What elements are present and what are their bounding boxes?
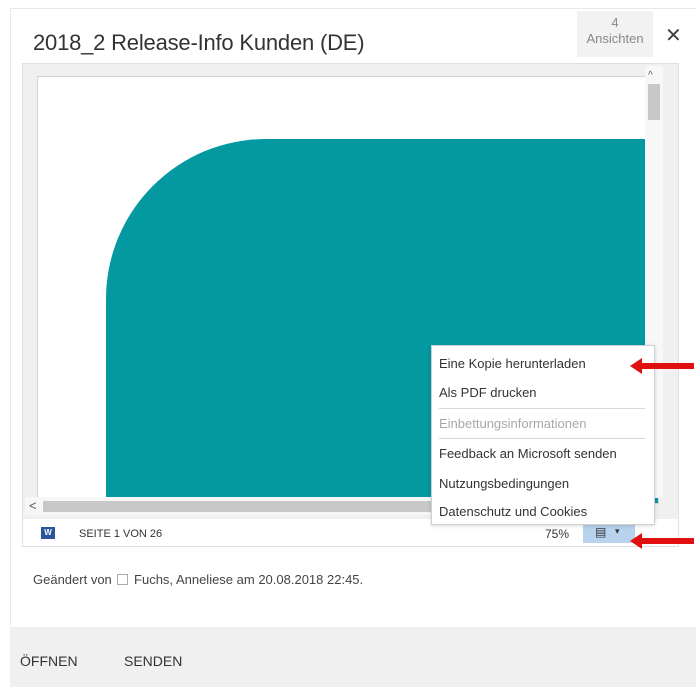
document-title: 2018_2 Release-Info Kunden (DE)	[33, 30, 365, 55]
close-icon[interactable]: ✕	[665, 23, 682, 48]
views-label: Ansichten	[586, 31, 644, 46]
document-menu-icon: ▤	[595, 525, 607, 539]
modified-info: Geändert von Fuchs, Anneliese am 20.08.2…	[33, 572, 363, 587]
menu-item-feedback[interactable]: Feedback an Microsoft senden	[439, 446, 617, 461]
scroll-left-icon[interactable]: <	[29, 498, 37, 513]
vertical-scroll-thumb[interactable]	[648, 84, 660, 120]
page-indicator: SEITE 1 VON 26	[79, 528, 163, 540]
viewer-menu-button[interactable]: ▤ ▾	[583, 522, 635, 543]
word-icon: W	[41, 527, 55, 539]
modified-prefix: Geändert von	[33, 572, 112, 587]
user-presence-icon	[117, 574, 129, 585]
menu-item-privacy[interactable]: Datenschutz und Cookies	[439, 504, 587, 519]
menu-separator	[439, 408, 645, 409]
chevron-down-icon: ▾	[615, 526, 620, 536]
dialog-footer: ÖFFNEN SENDEN	[10, 627, 696, 687]
menu-item-download-copy[interactable]: Eine Kopie herunterladen	[439, 356, 586, 371]
zoom-level[interactable]: 75%	[545, 527, 569, 541]
views-counter: 4 Ansichten	[577, 11, 653, 57]
viewer-dropdown-menu: Eine Kopie herunterladen Als PDF drucken…	[431, 345, 655, 525]
annotation-arrow-download	[630, 358, 694, 374]
annotation-arrow-menu-button	[630, 533, 694, 549]
menu-item-print-pdf[interactable]: Als PDF drucken	[439, 385, 537, 400]
open-button[interactable]: ÖFFNEN	[20, 653, 78, 669]
menu-separator	[439, 438, 645, 439]
send-button[interactable]: SENDEN	[124, 653, 182, 669]
scroll-up-icon[interactable]: ^	[648, 70, 653, 81]
views-count: 4	[611, 15, 619, 30]
menu-item-embed-info: Einbettungsinformationen	[439, 416, 587, 431]
menu-item-terms[interactable]: Nutzungsbedingungen	[439, 476, 569, 491]
modified-text: Fuchs, Anneliese am 20.08.2018 22:45.	[134, 572, 364, 587]
